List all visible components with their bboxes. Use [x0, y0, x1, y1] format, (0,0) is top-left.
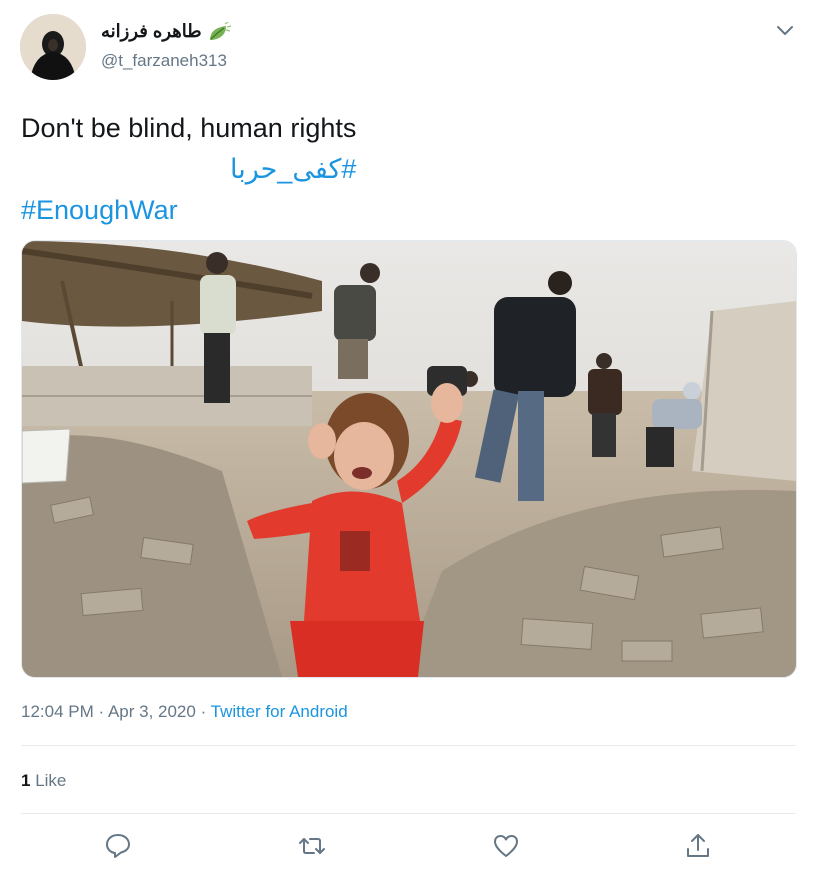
- divider-bottom: [21, 813, 796, 814]
- like-count-label: Like: [30, 771, 67, 790]
- tweet-photo[interactable]: [21, 240, 797, 678]
- hashtag-enough-war[interactable]: #EnoughWar: [21, 190, 356, 231]
- tweet-body-text: Don't be blind, human rights: [21, 113, 357, 143]
- heart-icon[interactable]: [491, 831, 521, 861]
- avatar-image: [20, 14, 86, 80]
- tweet-text: Don't be blind, human rights #کفی_حربا #…: [21, 108, 356, 231]
- meta-separator: ·: [93, 702, 108, 721]
- reply-icon[interactable]: [103, 831, 133, 861]
- share-icon[interactable]: [683, 831, 713, 861]
- hashtag-kafi-harban[interactable]: #کفی_حربا: [21, 149, 356, 190]
- meta-separator-2: ·: [195, 702, 211, 721]
- chevron-down-icon[interactable]: [773, 18, 797, 42]
- tweet-source-link[interactable]: Twitter for Android: [211, 702, 348, 721]
- author-avatar[interactable]: [20, 14, 86, 80]
- retweet-icon[interactable]: [297, 831, 327, 861]
- photo-crying-child-rubble: [22, 241, 796, 677]
- tweet-meta: 12:04 PM · Apr 3, 2020 · Twitter for And…: [21, 702, 348, 722]
- author-display-name[interactable]: طاهره فرزانه: [101, 21, 202, 42]
- author-name-row[interactable]: طاهره فرزانه: [101, 21, 232, 42]
- tweet-date[interactable]: Apr 3, 2020: [108, 702, 196, 721]
- leaf-flutter-icon: [209, 21, 231, 40]
- tweet-time[interactable]: 12:04 PM: [21, 702, 94, 721]
- tweet-card: طاهره فرزانه @t_farzaneh313 Don't be bli…: [0, 0, 816, 879]
- author-handle[interactable]: @t_farzaneh313: [101, 51, 227, 71]
- divider-top: [21, 745, 796, 746]
- likes-count[interactable]: 1 Like: [21, 771, 66, 791]
